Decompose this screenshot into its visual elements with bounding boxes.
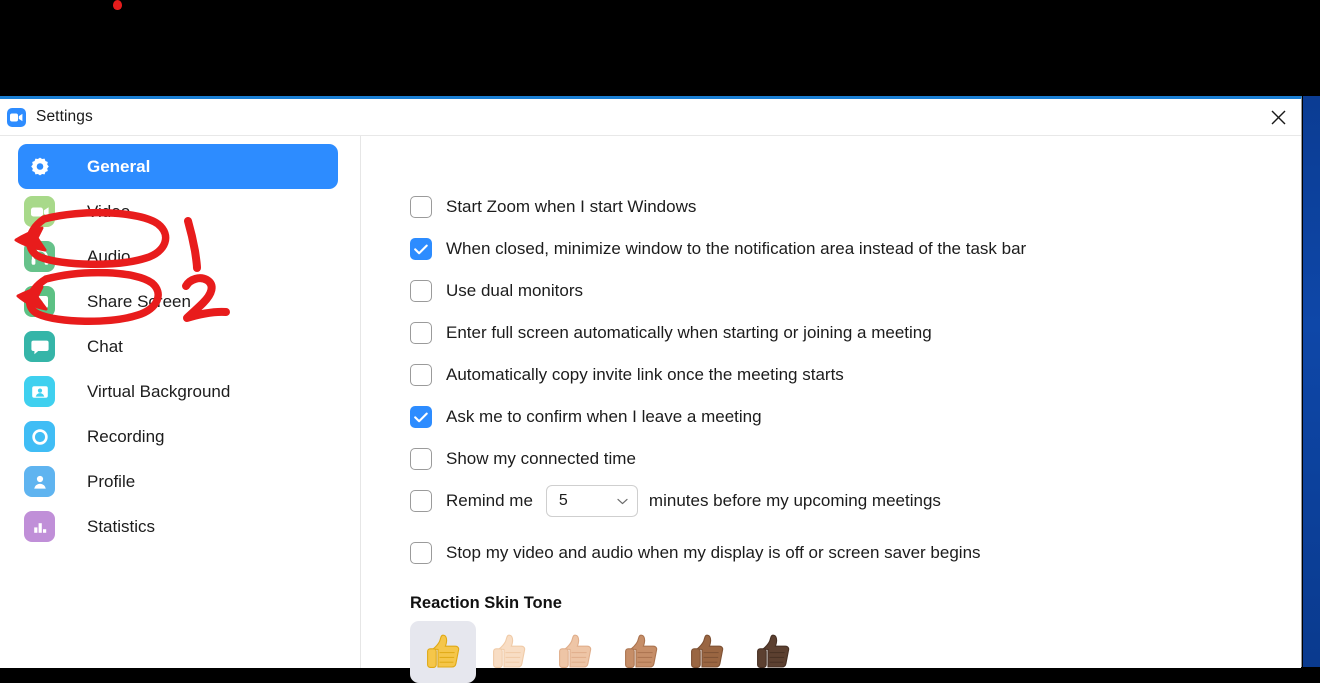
chat-bubble-icon — [24, 331, 55, 362]
desktop-red-dot — [113, 0, 122, 10]
person-icon — [24, 466, 55, 497]
window-title: Settings — [36, 108, 93, 125]
checkbox-minimize-to-notification-area[interactable] — [410, 238, 432, 260]
sidebar-item-label: Video — [87, 201, 131, 221]
option-row: Enter full screen automatically when sta… — [410, 312, 1301, 354]
title-bar: Settings — [0, 99, 1301, 136]
sidebar-item-audio[interactable]: Audio — [18, 234, 338, 279]
chevron-down-icon — [617, 498, 628, 505]
remind-label-after: minutes before my upcoming meetings — [648, 491, 941, 510]
checkbox-auto-copy-invite-link[interactable] — [410, 364, 432, 386]
bar-chart-icon — [24, 511, 55, 542]
desktop-right-strip — [1303, 96, 1320, 667]
skin-tone-dark[interactable] — [740, 621, 806, 683]
option-row: When closed, minimize window to the noti… — [410, 228, 1301, 270]
option-row: Use dual monitors — [410, 270, 1301, 312]
checkbox-confirm-leave-meeting[interactable] — [410, 406, 432, 428]
sidebar-item-video[interactable]: Video — [18, 189, 338, 234]
close-icon[interactable] — [1255, 99, 1301, 135]
option-label: Start Zoom when I start Windows — [446, 197, 697, 216]
settings-window: Settings General Video Audio Share Scree… — [0, 96, 1302, 683]
thumbs-up-icon — [559, 634, 592, 668]
checkbox-remind-me[interactable] — [410, 490, 432, 512]
sidebar-item-statistics[interactable]: Statistics — [18, 504, 338, 549]
skin-tone-medium[interactable] — [608, 621, 674, 683]
skin-tone-medium-dark[interactable] — [674, 621, 740, 683]
gear-icon — [24, 151, 55, 182]
skin-tone-medium-light[interactable] — [542, 621, 608, 683]
thumbs-up-icon — [625, 634, 658, 668]
option-label: Stop my video and audio when my display … — [446, 543, 981, 562]
remind-minutes-value: 5 — [558, 492, 568, 509]
zoom-camera-icon — [7, 107, 26, 127]
option-label: Use dual monitors — [446, 281, 584, 300]
sidebar-item-label: Profile — [87, 471, 136, 491]
headphones-icon — [24, 241, 55, 272]
reaction-skin-tone-heading: Reaction Skin Tone — [410, 594, 562, 612]
person-frame-icon — [24, 376, 55, 407]
sidebar-item-label: Audio — [87, 246, 131, 266]
skin-tone-picker — [410, 621, 1301, 683]
option-row-stop-video: Stop my video and audio when my display … — [410, 532, 1301, 574]
option-row: Start Zoom when I start Windows — [410, 186, 1301, 228]
general-settings-panel: Start Zoom when I start Windows When clo… — [361, 136, 1301, 683]
record-circle-icon — [24, 421, 55, 452]
thumbs-up-icon — [691, 634, 724, 668]
share-screen-icon — [24, 286, 55, 317]
thumbs-up-icon — [427, 634, 460, 668]
sidebar-item-general[interactable]: General — [18, 144, 338, 189]
video-camera-icon — [24, 196, 55, 227]
option-label: Enter full screen automatically when sta… — [446, 323, 932, 342]
checkbox-use-dual-monitors[interactable] — [410, 280, 432, 302]
checkbox-start-zoom-with-windows[interactable] — [410, 196, 432, 218]
sidebar-item-label: General — [87, 156, 151, 176]
remind-label-before: Remind me — [446, 491, 533, 510]
remind-minutes-select[interactable]: 5 — [545, 485, 638, 517]
skin-tone-light[interactable] — [476, 621, 542, 683]
checkbox-enter-full-screen[interactable] — [410, 322, 432, 344]
sidebar-item-label: Virtual Background — [87, 381, 231, 401]
sidebar-item-label: Recording — [87, 426, 165, 446]
thumbs-up-icon — [493, 634, 526, 668]
window-body: General Video Audio Share Screen Chat Vi… — [0, 136, 1301, 683]
option-row-remind-me: Remind me 5 minutes before my upcoming m… — [410, 480, 1301, 522]
sidebar-item-chat[interactable]: Chat — [18, 324, 338, 369]
sidebar-item-share-screen[interactable]: Share Screen — [18, 279, 338, 324]
settings-sidebar: General Video Audio Share Screen Chat Vi… — [0, 136, 361, 668]
sidebar-item-recording[interactable]: Recording — [18, 414, 338, 459]
checkbox-show-connected-time[interactable] — [410, 448, 432, 470]
option-label: Automatically copy invite link once the … — [446, 365, 844, 384]
option-label: Show my connected time — [446, 449, 636, 468]
sidebar-item-label: Chat — [87, 336, 123, 356]
option-label: When closed, minimize window to the noti… — [446, 239, 1027, 258]
sidebar-item-virtual-background[interactable]: Virtual Background — [18, 369, 338, 414]
sidebar-item-label: Share Screen — [87, 291, 191, 311]
option-row: Automatically copy invite link once the … — [410, 354, 1301, 396]
checkbox-stop-video-on-display-off[interactable] — [410, 542, 432, 564]
option-label: Ask me to confirm when I leave a meeting — [446, 407, 762, 426]
thumbs-up-icon — [757, 634, 790, 668]
skin-tone-default-yellow[interactable] — [410, 621, 476, 683]
option-row: Ask me to confirm when I leave a meeting — [410, 396, 1301, 438]
sidebar-item-label: Statistics — [87, 516, 156, 536]
option-row: Show my connected time — [410, 438, 1301, 480]
sidebar-item-profile[interactable]: Profile — [18, 459, 338, 504]
